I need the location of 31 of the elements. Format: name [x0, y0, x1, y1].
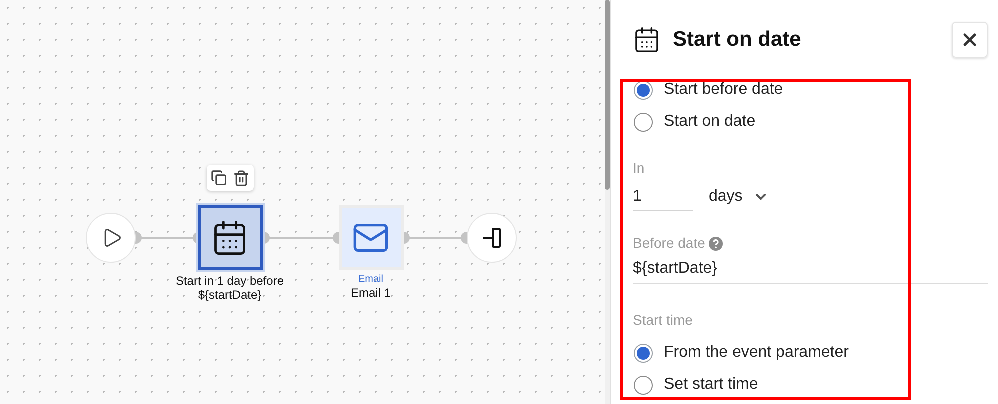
radio-label[interactable]: Start before date — [664, 78, 784, 102]
close-button[interactable] — [952, 22, 988, 58]
trash-icon — [233, 170, 250, 186]
delete-button[interactable] — [233, 170, 250, 186]
radio-button[interactable] — [634, 80, 653, 100]
field-label: Before date — [633, 234, 706, 253]
input-field[interactable]: ${startDate} — [633, 254, 988, 284]
node-label: Email 1 — [350, 286, 391, 300]
radio-label[interactable]: Set start time — [664, 373, 758, 397]
help-icon[interactable] — [709, 236, 724, 250]
radio-button[interactable] — [634, 344, 653, 362]
node-label: Start in 1 day before ${startDate} — [174, 274, 286, 302]
panel-title: Start on date — [673, 27, 802, 54]
radio-button[interactable] — [634, 112, 653, 132]
input-field[interactable]: 1 — [633, 183, 693, 211]
unit-dropdown[interactable]: days — [709, 185, 769, 209]
radio-button[interactable] — [634, 376, 653, 394]
radio-label[interactable]: Start on date — [664, 110, 756, 134]
scrollbar-thumb[interactable] — [605, 0, 610, 190]
calendar-icon — [633, 26, 661, 54]
email-node[interactable] — [338, 205, 404, 270]
end-node[interactable] — [467, 213, 517, 263]
copy-button[interactable] — [211, 170, 227, 186]
radio-label[interactable]: From the event parameter — [664, 341, 849, 365]
node-type: Email — [358, 274, 384, 286]
exit-icon — [480, 226, 504, 250]
field-label: In — [633, 159, 646, 178]
copy-icon — [211, 170, 227, 186]
start-node[interactable] — [86, 213, 136, 263]
field-label: Start time — [633, 311, 694, 330]
delay-node[interactable] — [198, 205, 262, 270]
